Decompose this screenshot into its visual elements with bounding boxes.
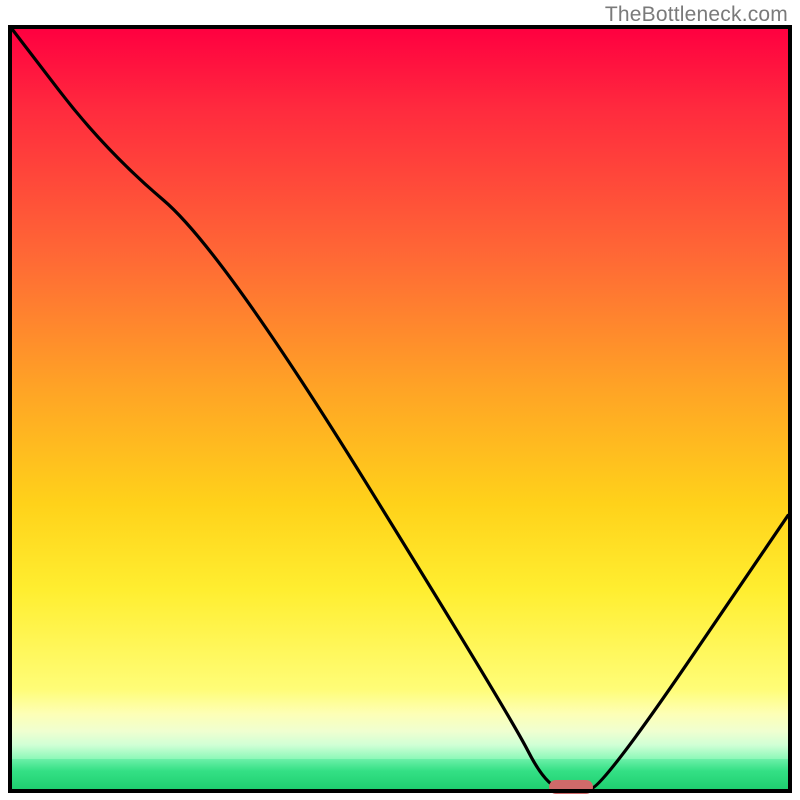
chart-background-gradient bbox=[12, 29, 788, 789]
chart-frame-top bbox=[8, 25, 792, 29]
gradient-band-green bbox=[12, 759, 788, 789]
chart-frame-right bbox=[788, 25, 792, 793]
watermark-text: TheBottleneck.com bbox=[605, 3, 788, 27]
gradient-band-pale bbox=[12, 689, 788, 759]
gradient-band-red-yellow bbox=[12, 29, 788, 689]
chart-frame-left bbox=[8, 25, 12, 793]
chart-stage: TheBottleneck.com bbox=[0, 0, 800, 800]
chart-frame-bottom bbox=[8, 789, 792, 793]
